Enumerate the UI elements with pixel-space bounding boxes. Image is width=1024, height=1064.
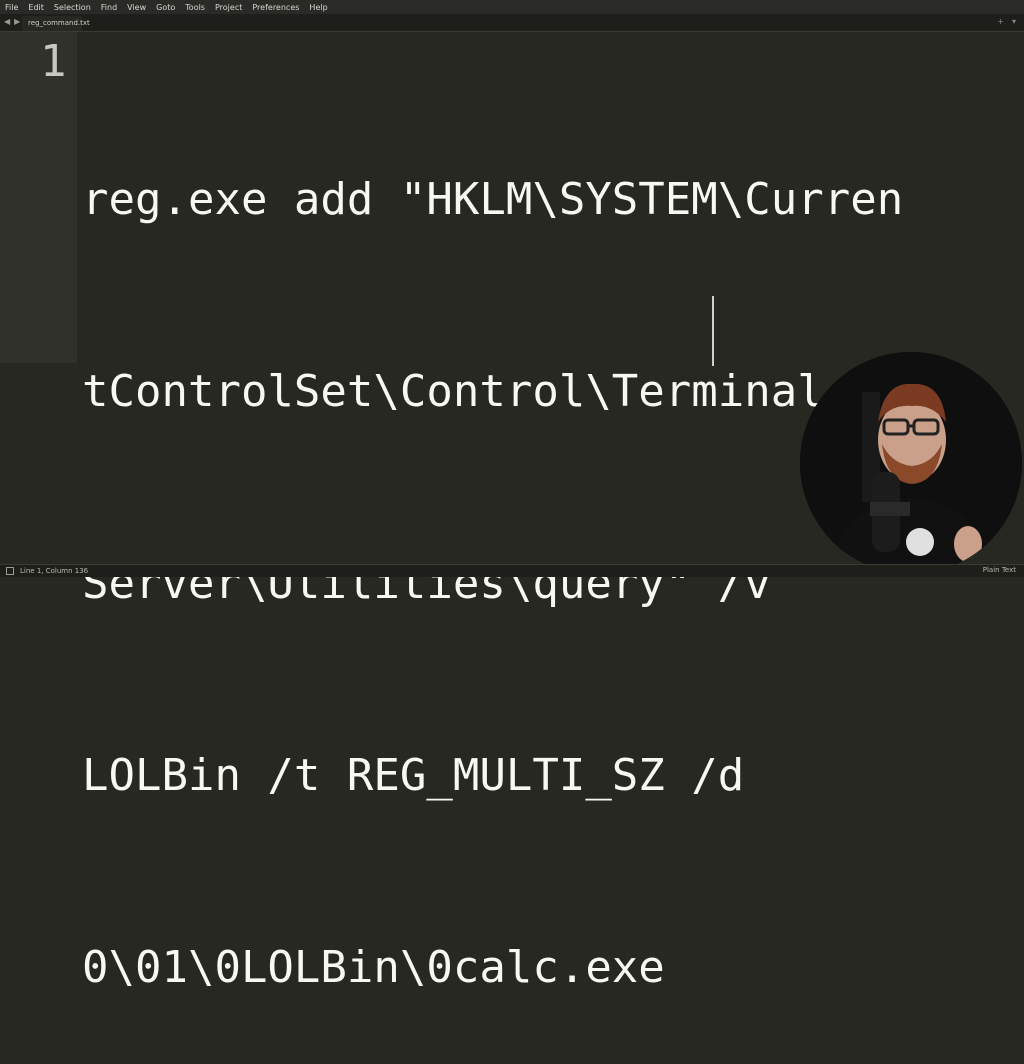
cursor-position: Line 1, Column 136: [20, 567, 89, 575]
presenter-image: [800, 352, 1022, 574]
status-bar: Line 1, Column 136 Plain Text: [0, 564, 1024, 577]
line-number: 1: [40, 36, 67, 87]
panel-toggle-icon[interactable]: [6, 567, 14, 575]
code-line-5: 0\01\0LOLBin\0calc.exe: [82, 942, 665, 993]
tab-reg-command[interactable]: reg_command.txt: [22, 16, 90, 31]
tab-actions: + ▾: [997, 17, 1016, 26]
syntax-selector[interactable]: Plain Text: [983, 566, 1016, 574]
menu-file[interactable]: File: [5, 3, 18, 12]
chevron-right-icon[interactable]: ▶: [14, 17, 20, 26]
menu-edit[interactable]: Edit: [28, 3, 44, 12]
menu-view[interactable]: View: [127, 3, 146, 12]
menu-goto[interactable]: Goto: [156, 3, 175, 12]
menu-tools[interactable]: Tools: [185, 3, 205, 12]
code-line-4: LOLBin /t REG_MULTI_SZ /d: [82, 750, 745, 801]
menu-project[interactable]: Project: [215, 3, 242, 12]
plus-icon[interactable]: +: [997, 17, 1004, 26]
webcam-overlay: [800, 352, 1022, 574]
menu-preferences[interactable]: Preferences: [252, 3, 299, 12]
chevron-left-icon[interactable]: ◀: [4, 17, 10, 26]
tab-navigation: ◀ ▶: [4, 17, 20, 26]
code-line-1: reg.exe add "HKLM\SYSTEM\Curren: [82, 174, 904, 225]
menu-find[interactable]: Find: [101, 3, 117, 12]
menu-help[interactable]: Help: [309, 3, 327, 12]
code-line-3: Server\Utilities\query" /v: [82, 558, 771, 609]
tab-bar: ◀ ▶ reg_command.txt + ▾: [0, 14, 1024, 32]
chevron-down-icon[interactable]: ▾: [1012, 17, 1016, 26]
menu-bar: File Edit Selection Find View Goto Tools…: [0, 0, 1024, 14]
text-caret: [712, 296, 714, 366]
menu-selection[interactable]: Selection: [54, 3, 91, 12]
